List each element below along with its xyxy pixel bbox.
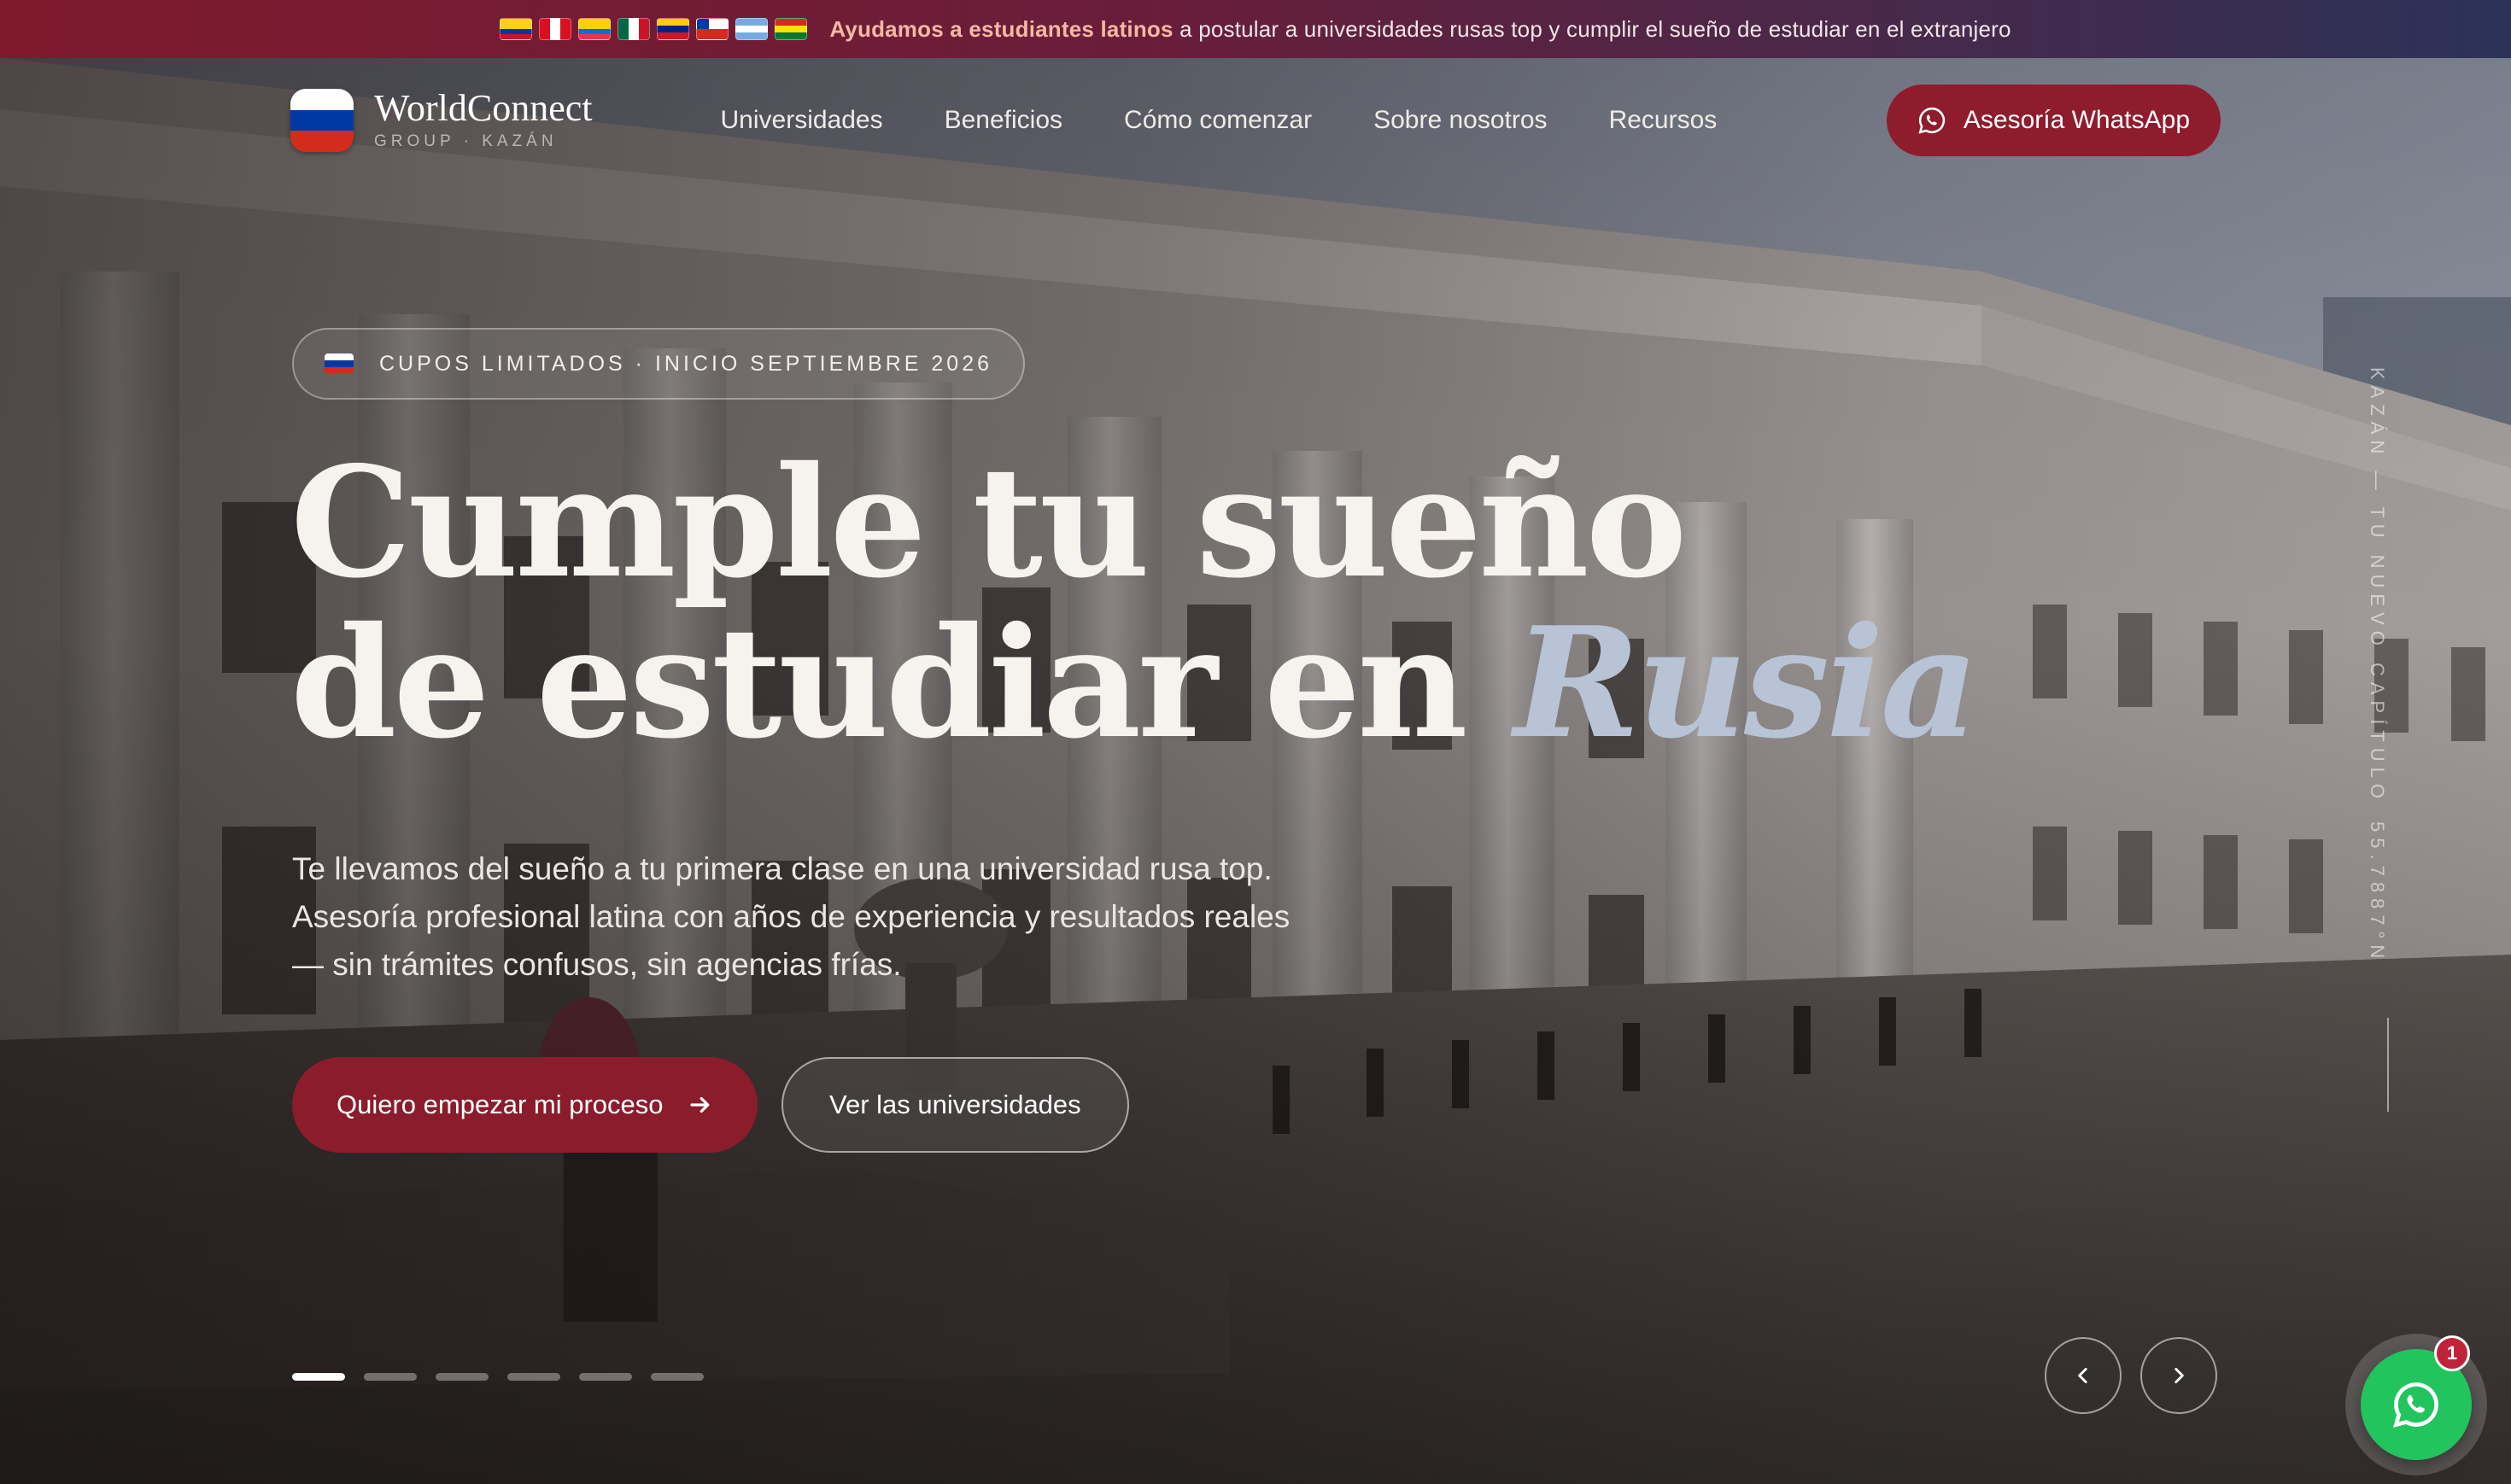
headline-line-2-text: de estudiar en [290, 593, 1514, 772]
view-universities-button[interactable]: Ver las universidades [781, 1057, 1129, 1153]
next-slide-button[interactable] [2140, 1337, 2217, 1414]
whatsapp-icon [2393, 1382, 2438, 1428]
chevron-left-icon [2078, 1368, 2087, 1383]
venezuela-flag-icon [657, 18, 690, 40]
bolivia-flag-icon [775, 18, 808, 40]
whatsapp-consult-button[interactable]: Asesoría WhatsApp [1886, 85, 2221, 156]
chile-flag-icon [696, 18, 729, 40]
vertical-caption-coords: 55.7887°N [2367, 821, 2388, 965]
headline-accent: Rusia [1513, 593, 1980, 772]
slide-dot-1[interactable] [292, 1373, 345, 1381]
start-process-button[interactable]: Quiero empezar mi proceso [292, 1057, 758, 1153]
badge-text: CUPOS LIMITADOS · INICIO SEPTIEMBRE 2026 [379, 351, 992, 376]
vertical-caption: KAZÁN — TU NUEVO CAPÍTULO 55.7887°N [2366, 367, 2388, 964]
start-process-label: Quiero empezar mi proceso [337, 1090, 664, 1119]
russia-flag-icon [325, 353, 354, 374]
headline-line-1: Cumple tu sueño [290, 433, 1687, 611]
brand-text: WorldConnect GROUP · KAZÁN [374, 90, 593, 151]
vertical-caption-title: KAZÁN — TU NUEVO CAPÍTULO [2367, 367, 2388, 804]
mexico-flag-icon [618, 18, 651, 40]
brand-name: WorldConnect [374, 87, 593, 129]
main-nav: Universidades Beneficios Cómo comenzar S… [721, 106, 1718, 135]
nav-item-sobre-nosotros[interactable]: Sobre nosotros [1373, 106, 1547, 135]
country-flags [500, 18, 808, 40]
announcement-body: a postular a universidades rusas top y c… [1173, 15, 2011, 42]
colombia-flag-icon [500, 18, 533, 40]
hero-headline: Cumple tu sueño de estudiar en Rusia [290, 433, 1979, 763]
argentina-flag-icon [735, 18, 769, 40]
peru-flag-icon [539, 18, 572, 40]
ecuador-flag-icon [578, 18, 612, 40]
slide-dot-6[interactable] [651, 1373, 704, 1381]
site-header: WorldConnect GROUP · KAZÁN Universidades… [290, 82, 2221, 159]
notification-count-badge: 1 [2434, 1335, 2470, 1371]
slide-dot-2[interactable] [364, 1373, 417, 1381]
brand-tagline: GROUP · KAZÁN [374, 132, 558, 150]
announcement-text: Ayudamos a estudiantes latinos a postula… [829, 16, 2011, 43]
nav-item-recursos[interactable]: Recursos [1609, 106, 1718, 135]
view-universities-label: Ver las universidades [829, 1090, 1081, 1119]
chile-flag-canton [697, 19, 709, 29]
slide-dot-5[interactable] [579, 1373, 632, 1381]
prev-slide-button[interactable] [2045, 1337, 2122, 1414]
hero-lead: Te llevamos del sueño a tu primera clase… [292, 851, 1291, 982]
slide-dot-3[interactable] [436, 1373, 489, 1381]
slide-indicators [292, 1373, 704, 1381]
scroll-indicator-line [2387, 1018, 2389, 1112]
nav-item-beneficios[interactable]: Beneficios [945, 106, 1062, 135]
limited-spots-badge: CUPOS LIMITADOS · INICIO SEPTIEMBRE 2026 [292, 328, 1025, 400]
russia-flag-logo-icon [290, 89, 354, 152]
headline-line-2: de estudiar en Rusia [290, 603, 1979, 763]
arrow-right-icon [689, 1096, 709, 1113]
whatsapp-consult-label: Asesoría WhatsApp [1963, 106, 2190, 134]
nav-item-como-comenzar[interactable]: Cómo comenzar [1124, 106, 1312, 135]
announcement-bar: Ayudamos a estudiantes latinos a postula… [0, 0, 2511, 58]
slide-dot-4[interactable] [507, 1373, 560, 1381]
announcement-highlight: Ayudamos a estudiantes latinos [829, 15, 1174, 42]
chevron-right-icon [2174, 1368, 2184, 1383]
brand-logo[interactable]: WorldConnect GROUP · KAZÁN [290, 89, 593, 152]
whatsapp-icon [1918, 107, 1945, 134]
nav-item-universidades[interactable]: Universidades [721, 106, 883, 135]
